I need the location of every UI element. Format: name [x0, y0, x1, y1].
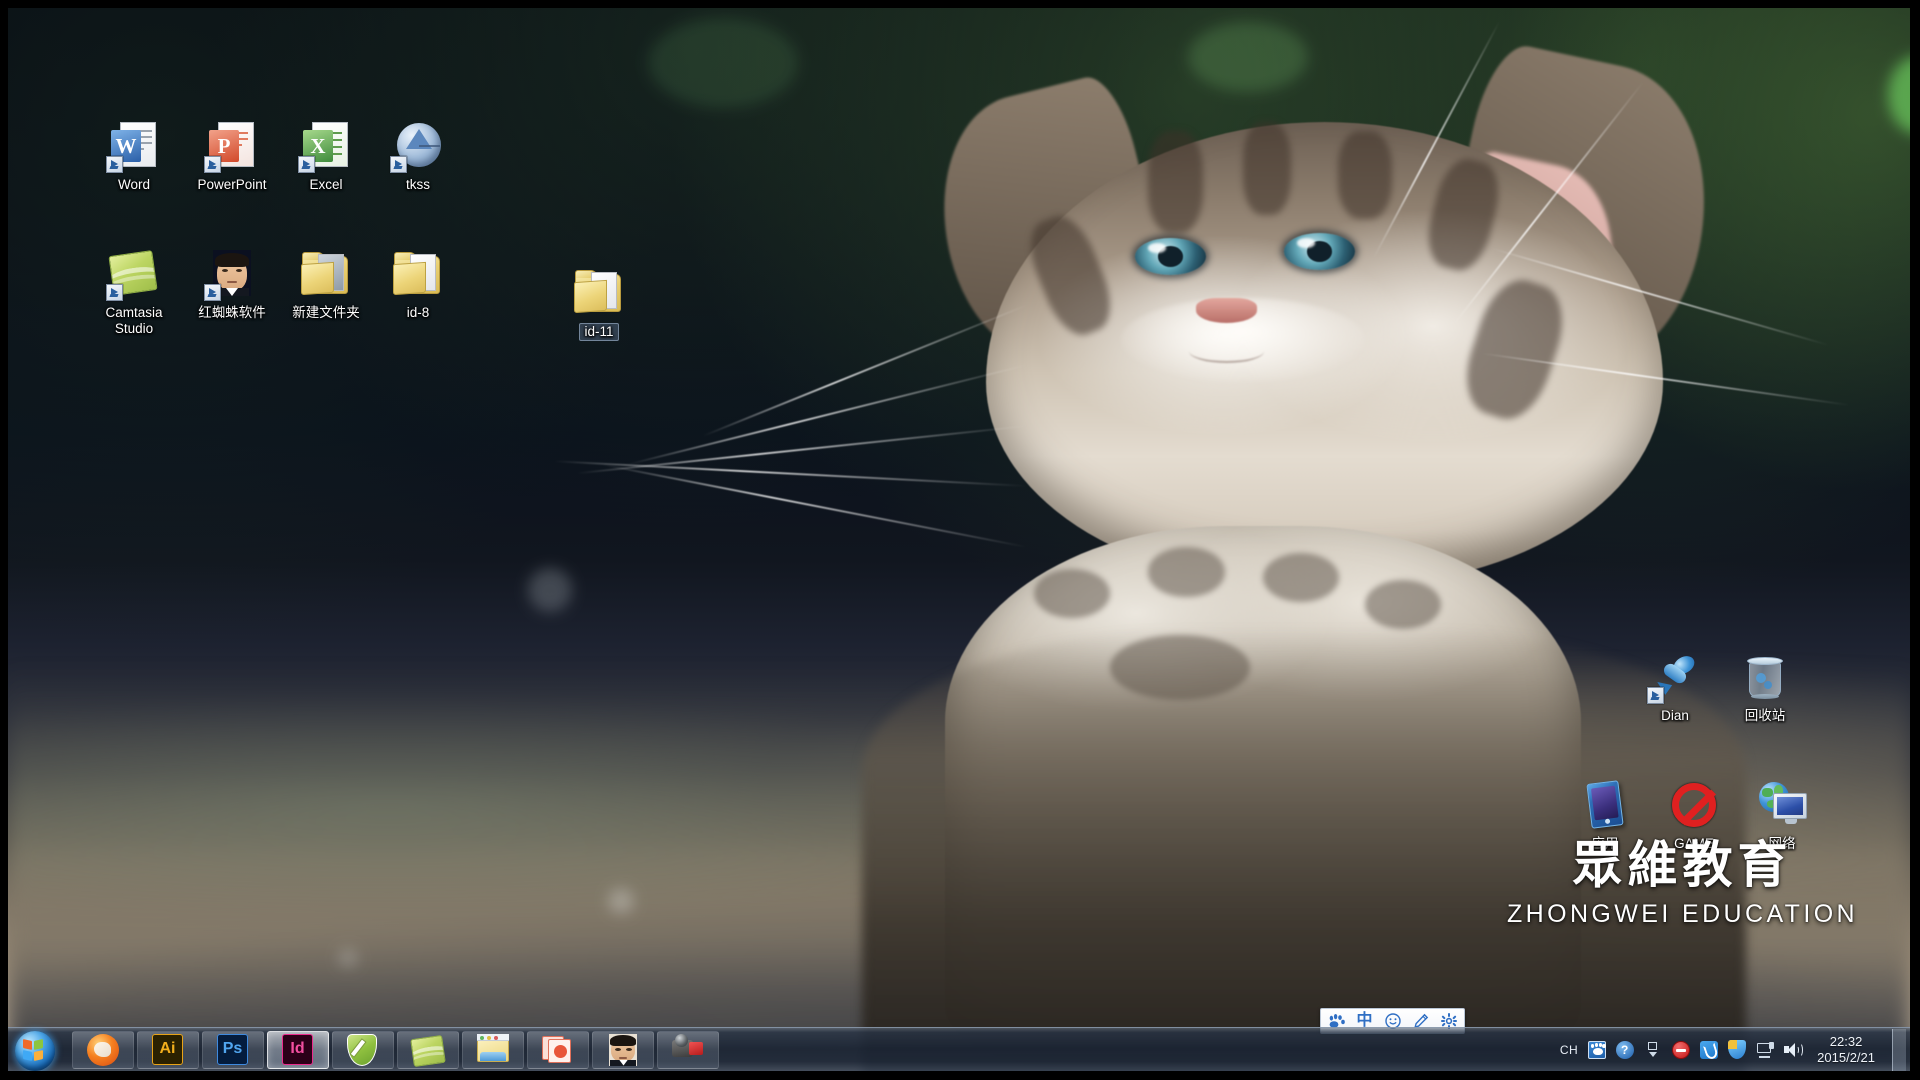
taskbar-items: Ai Ps Id [72, 1030, 719, 1069]
taskbar-hongzhizhu[interactable] [592, 1030, 654, 1069]
start-button[interactable] [10, 1030, 62, 1071]
screen: W Word P PowerPoint X Excel tkss Camtasi… [0, 0, 1920, 1080]
pie-chart-icon [386, 115, 452, 179]
baidu-ime-tray-icon[interactable] [1587, 1040, 1606, 1059]
prohibited-icon [1668, 779, 1720, 831]
folder-icon [392, 248, 444, 300]
taskbar[interactable]: Ai Ps Id CH ? 22:32 2015/2/21 [8, 1027, 1910, 1071]
face-software-icon [607, 1033, 639, 1066]
help-question-icon[interactable]: ? [1615, 1040, 1634, 1059]
camtasia-icon [106, 248, 160, 301]
clock-time: 22:32 [1829, 1033, 1863, 1049]
qq360-icon[interactable] [1699, 1040, 1718, 1059]
security-shield-icon[interactable] [1727, 1040, 1746, 1059]
desktop-icon-powerpoint[interactable]: P PowerPoint [186, 120, 278, 193]
face-software-icon [200, 243, 266, 307]
folder-icon [300, 248, 352, 300]
desktop-icon-label: id-11 [579, 323, 619, 341]
taskbar-firefox[interactable] [72, 1030, 134, 1069]
desktop[interactable]: W Word P PowerPoint X Excel tkss Camtasi… [8, 8, 1910, 1071]
shortcut-badge-icon [204, 284, 221, 301]
illustrator-icon: Ai [152, 1033, 184, 1066]
folder-icon [566, 260, 634, 326]
explorer-icon [477, 1033, 509, 1066]
desktop-icon-excel[interactable]: X Excel [280, 115, 372, 193]
pushpin-icon [1647, 651, 1701, 704]
taskbar-explorer[interactable] [462, 1030, 524, 1069]
tray-language-indicator[interactable]: CH [1560, 1043, 1578, 1057]
shortcut-badge-icon [106, 284, 123, 301]
taskbar-recorder[interactable] [657, 1030, 719, 1069]
firefox-icon [87, 1033, 119, 1066]
indesign-label: Id [282, 1033, 313, 1065]
desktop-icon-new-folder[interactable]: 新建文件夹 [280, 248, 372, 321]
shortcut-badge-icon [390, 156, 407, 173]
tablet-icon [1573, 774, 1639, 838]
system-tray: CH ? 22:32 2015/2/21 [1560, 1028, 1910, 1071]
show-desktop-button[interactable] [1892, 1028, 1906, 1071]
shortcut-badge-icon [204, 156, 221, 173]
desktop-icon-dian[interactable]: Dian [1629, 651, 1721, 724]
green-pen-icon [347, 1033, 379, 1066]
desktop-icon-label: 红蜘蛛软件 [198, 305, 266, 320]
shortcut-badge-icon [298, 156, 315, 173]
desktop-icon-tkss[interactable]: tkss [372, 115, 464, 193]
watermark: 眾維教育 ZHONGWEI EDUCATION [1507, 825, 1858, 929]
photoshop-label: Ps [217, 1033, 248, 1065]
illustrator-label: Ai [152, 1033, 183, 1065]
desktop-icon-label: PowerPoint [197, 177, 267, 192]
taskbar-illustrator[interactable]: Ai [137, 1030, 199, 1069]
desktop-icon-id-11[interactable]: id-11 [553, 260, 645, 341]
watermark-chinese: 眾維教育 [1572, 836, 1793, 894]
recycle-bin-icon [1739, 651, 1791, 703]
taskbar-camtasia[interactable] [397, 1030, 459, 1069]
desktop-icon-label: Word [117, 177, 150, 192]
clock-date: 2015/2/21 [1817, 1049, 1875, 1065]
desktop-icon-hongzhizhu[interactable]: 红蜘蛛软件 [186, 243, 278, 321]
stop-blocked-icon[interactable] [1671, 1040, 1690, 1059]
desktop-icon-label: Dian [1661, 708, 1689, 723]
desktop-icon-recycle-bin[interactable]: 回收站 [1719, 651, 1811, 724]
desktop-icon-id-8[interactable]: id-8 [372, 248, 464, 321]
network-icon [1756, 779, 1808, 831]
shortcut-badge-icon [106, 156, 123, 173]
camtasia-icon [410, 1034, 446, 1067]
desktop-icon-label: tkss [405, 177, 430, 192]
desktop-icon-label: Camtasia Studio [105, 305, 163, 336]
desktop-icon-camtasia-studio[interactable]: Camtasia Studio [88, 248, 180, 337]
taskbar-powerpoint[interactable] [527, 1030, 589, 1069]
taskbar-photoshop[interactable]: Ps [202, 1030, 264, 1069]
word-icon: W [106, 120, 160, 173]
watermark-english: ZHONGWEI EDUCATION [1506, 900, 1858, 928]
recorder-icon [672, 1033, 704, 1066]
desktop-icon-label: 回收站 [1744, 708, 1786, 723]
show-hidden-icons-icon[interactable] [1643, 1040, 1662, 1059]
taskbar-greenpen[interactable] [332, 1030, 394, 1069]
indesign-icon: Id [282, 1033, 314, 1066]
desktop-icon-label: Excel [309, 177, 343, 192]
taskbar-indesign[interactable]: Id [267, 1030, 329, 1069]
powerpoint-icon [542, 1034, 574, 1066]
shortcut-badge-icon [1647, 687, 1664, 704]
desktop-icon-label: id-8 [406, 305, 430, 320]
volume-tray-icon[interactable] [1783, 1040, 1804, 1059]
excel-icon: X [294, 115, 360, 179]
desktop-icon-label: 新建文件夹 [292, 305, 360, 320]
network-tray-icon[interactable] [1755, 1040, 1775, 1059]
windows-flag-icon [23, 1038, 45, 1061]
photoshop-icon: Ps [217, 1033, 249, 1066]
powerpoint-icon: P [204, 120, 258, 173]
desktop-icon-word[interactable]: W Word [88, 120, 180, 193]
taskbar-clock[interactable]: 22:32 2015/2/21 [1817, 1034, 1875, 1066]
